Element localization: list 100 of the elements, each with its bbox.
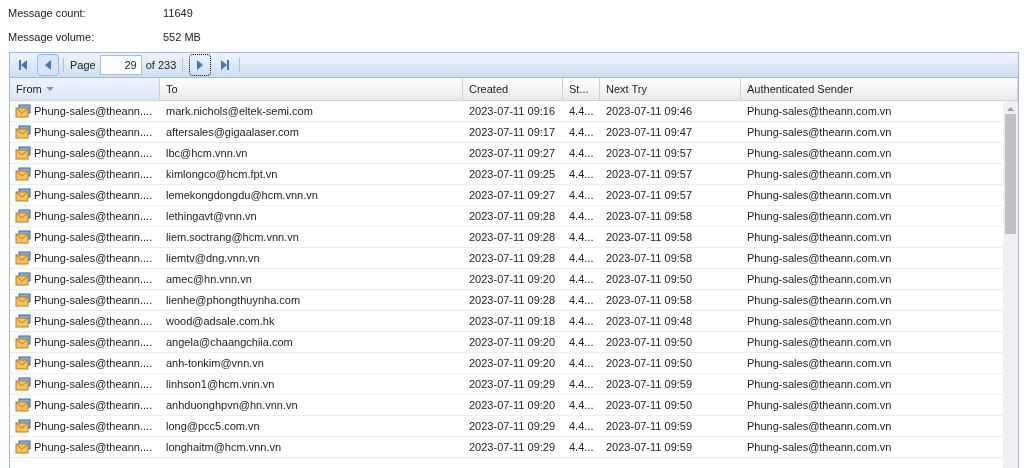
mail-icon: [15, 251, 31, 265]
table-cell-text: 2023-07-11 09:46: [605, 103, 694, 119]
table-cell-text: 4.4...: [568, 397, 595, 413]
table-cell-text: 2023-07-11 09:58: [605, 292, 694, 308]
sort-arrow-icon: [45, 87, 54, 91]
table-cell-text: 4.4...: [568, 208, 595, 224]
table-cell-text: 2023-07-11 09:16: [468, 103, 557, 119]
table-cell-text: 2023-07-11 09:58: [605, 250, 694, 266]
table-cell-text: 2023-07-11 09:20: [468, 271, 557, 287]
mail-icon: [15, 167, 31, 181]
table-cell-text: anh-tonkim@vnn.vn: [165, 355, 265, 371]
table-cell-text: 2023-07-11 09:29: [468, 439, 557, 455]
table-cell-text: Phung-sales@theann.com.vn: [746, 418, 893, 434]
mail-icon: [15, 398, 31, 412]
mail-icon: [15, 230, 31, 244]
table-cell-text: 2023-07-11 09:58: [605, 208, 694, 224]
column-header[interactable]: Created: [463, 78, 563, 100]
table-cell-text: Phung-sales@theann.com.vn: [746, 439, 893, 455]
table-cell-text: lethingavt@vnn.vn: [165, 208, 258, 224]
table-cell-text: linhson1@hcm.vnn.vn: [165, 376, 276, 392]
table-cell: Phung-sales@theann....: [10, 185, 160, 205]
table-cell: Phung-sales@theann....: [10, 374, 160, 394]
table-cell-text: Phung-sales@theann.com.vn: [746, 271, 893, 287]
column-header[interactable]: From: [10, 78, 160, 100]
table-cell-text: Phung-sales@theann.com.vn: [746, 229, 893, 245]
table-cell-text: 4.4...: [568, 103, 595, 119]
table-cell-text: 2023-07-11 09:57: [605, 166, 694, 182]
table-cell-text: Phung-sales@theann.com.vn: [746, 124, 893, 140]
stat-label: Message count:: [8, 5, 87, 21]
table-cell-text: 2023-07-11 09:59: [605, 376, 694, 392]
table-cell-text: 4.4...: [568, 229, 595, 245]
table-cell-text: Phung-sales@theann.com.vn: [746, 145, 893, 161]
table-cell-text: 2023-07-11 09:29: [468, 418, 557, 434]
previous-page-button[interactable]: [37, 54, 59, 76]
table-cell-text: 2023-07-11 09:59: [605, 439, 694, 455]
table-cell-text: 2023-07-11 09:17: [468, 124, 557, 140]
table-cell: Phung-sales@theann....: [10, 122, 160, 142]
table-cell: Phung-sales@theann....: [10, 101, 160, 121]
column-header[interactable]: Next Try: [600, 78, 741, 100]
table-cell-text: Phung-sales@theann.com.vn: [746, 250, 893, 266]
table-cell-text: mark.nichols@eltek-semi.com: [165, 103, 314, 119]
table-cell-text: 4.4...: [568, 166, 595, 182]
page-total-label: of 233: [145, 57, 177, 73]
table-cell-text: Phung-sales@theann.com.vn: [746, 187, 893, 203]
stat-label: Message volume:: [8, 29, 96, 45]
scroll-up-icon[interactable]: [1007, 107, 1014, 111]
table-cell-text: 2023-07-11 09:28: [468, 250, 557, 266]
mail-icon: [15, 335, 31, 349]
table-cell-text: Phung-sales@theann.com.vn: [746, 376, 893, 392]
table-cell: Phung-sales@theann....: [10, 248, 160, 268]
table-cell-text: lemekongdongdu@hcm.vnn.vn: [165, 187, 319, 203]
table-cell: Phung-sales@theann....: [10, 353, 160, 373]
table-cell-text: 4.4...: [568, 145, 595, 161]
table-cell: Phung-sales@theann....: [10, 143, 160, 163]
table-cell-text: wood@adsale.com.hk: [165, 313, 276, 329]
mail-icon: [15, 125, 31, 139]
mail-icon: [15, 419, 31, 433]
mail-icon: [15, 377, 31, 391]
mail-icon: [15, 356, 31, 370]
table-cell-text: 4.4...: [568, 439, 595, 455]
mail-icon: [15, 146, 31, 160]
mail-icon: [15, 272, 31, 286]
table-cell-text: 4.4...: [568, 292, 595, 308]
column-header[interactable]: St...: [563, 78, 600, 100]
table-cell-text: 4.4...: [568, 313, 595, 329]
table-cell-text: 2023-07-11 09:27: [468, 145, 557, 161]
mail-icon: [15, 104, 31, 118]
page-number-field[interactable]: 29: [99, 55, 142, 75]
scrollbar[interactable]: [1003, 101, 1018, 468]
table-cell-text: 4.4...: [568, 124, 595, 140]
table-cell-text: 2023-07-11 09:50: [605, 271, 694, 287]
scrollbar-thumb[interactable]: [1005, 114, 1016, 234]
stat-value: 11649: [163, 5, 193, 21]
table-cell-text: 2023-07-11 09:50: [605, 397, 694, 413]
mail-icon: [15, 440, 31, 454]
table-cell-text: Phung-sales@theann.com.vn: [746, 355, 893, 371]
table-cell: Phung-sales@theann....: [10, 437, 160, 457]
table-cell-text: liem.soctrang@hcm.vnn.vn: [165, 229, 300, 245]
table-cell-text: 4.4...: [568, 418, 595, 434]
table-cell-text: Phung-sales@theann.com.vn: [746, 292, 893, 308]
table-cell-text: 4.4...: [568, 250, 595, 266]
mail-icon: [15, 188, 31, 202]
table-cell-text: 2023-07-11 09:50: [605, 355, 694, 371]
table-cell-text: Phung-sales@theann.com.vn: [746, 166, 893, 182]
table-cell: Phung-sales@theann....: [10, 311, 160, 331]
table-cell-text: 2023-07-11 09:29: [468, 376, 557, 392]
table-cell-text: 4.4...: [568, 334, 595, 350]
table-cell-text: 2023-07-11 09:27: [468, 187, 557, 203]
mail-icon: [15, 314, 31, 328]
table-cell-text: lienhe@phongthuynha.com: [165, 292, 302, 308]
column-header[interactable]: To: [160, 78, 463, 100]
table-cell-text: 4.4...: [568, 271, 595, 287]
column-header[interactable]: Authenticated Sender: [741, 78, 1018, 100]
table-cell: Phung-sales@theann....: [10, 269, 160, 289]
table-cell-text: Phung-sales@theann.com.vn: [746, 334, 893, 350]
table-cell-text: Phung-sales@theann.com.vn: [746, 397, 893, 413]
table-cell-text: kimlongco@hcm.fpt.vn: [165, 166, 279, 182]
table-cell-text: Phung-sales@theann.com.vn: [746, 208, 893, 224]
mail-icon: [15, 293, 31, 307]
table-cell-text: 2023-07-11 09:47: [605, 124, 694, 140]
